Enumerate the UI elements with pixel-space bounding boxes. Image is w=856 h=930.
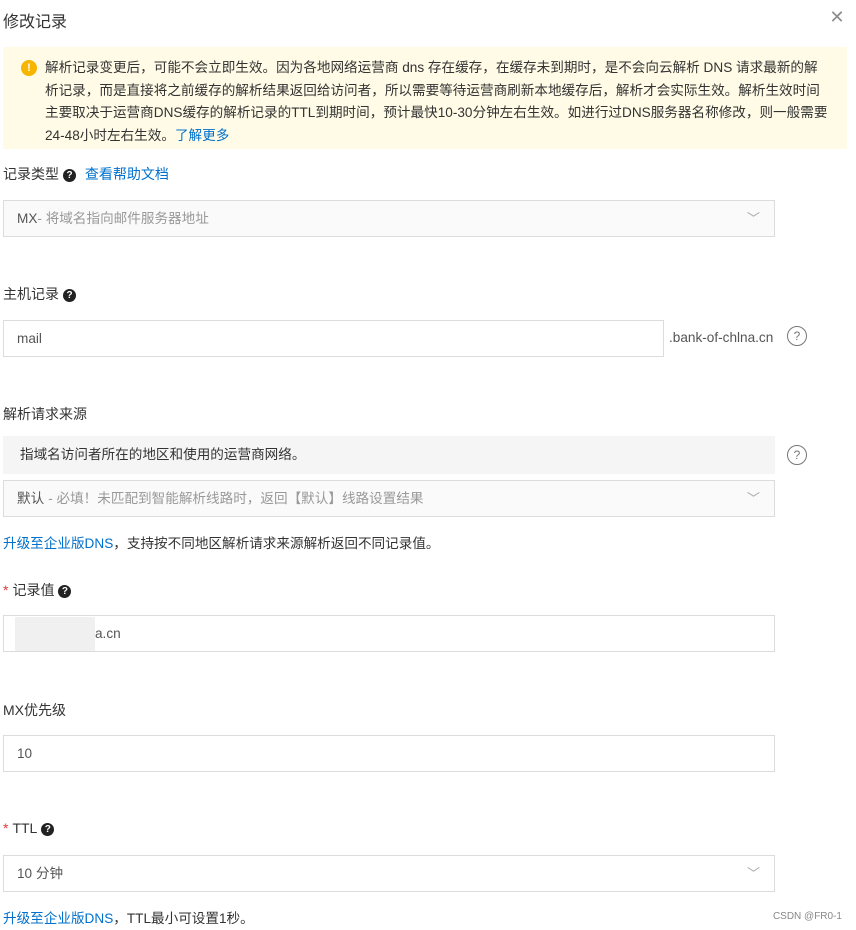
resolve-source-label: 解析请求来源 [3,406,87,422]
ttl-label: TTL [12,820,38,836]
record-type-desc: - 将域名指向邮件服务器地址 [37,211,209,226]
required-mark: * [3,582,9,598]
resolve-source-select[interactable]: 默认 - 必填！未匹配到智能解析线路时，返回【默认】线路设置结果 ﹀ [3,480,775,517]
resolve-source-desc: - 必填！未匹配到智能解析线路时，返回【默认】线路设置结果 [48,491,424,506]
upgrade-text: ，支持按不同地区解析请求来源解析返回不同记录值。 [113,536,440,551]
record-type-label: 记录类型 [3,166,59,182]
dialog-title: 修改记录 [3,14,68,31]
record-value-label: 记录值 [12,582,55,598]
host-record-label-row: 主机记录? [3,284,76,304]
ttl-value: 10 分钟 [17,866,64,881]
chevron-down-icon: ﹀ [746,211,760,226]
ttl-upgrade-text: ，TTL最小可设置1秒。 [113,911,254,926]
ttl-label-row: * TTL? [3,820,55,836]
chevron-down-icon: ﹀ [746,491,760,506]
help-icon[interactable]: ? [58,585,72,598]
ttl-select[interactable]: 10 分钟 ﹀ [3,855,775,892]
resolve-source-value: 默认 [17,491,45,506]
record-value-label-row: * 记录值? [3,580,72,600]
help-icon[interactable]: ? [41,823,55,836]
record-value-text: a.cn [95,626,121,641]
redaction-block [15,617,95,652]
question-circle-icon[interactable]: ? [787,326,807,346]
domain-suffix: .bank-of-chlna.cn [669,330,774,345]
close-icon[interactable]: ✕ [826,6,848,28]
upgrade-dns-link[interactable]: 升级至企业版DNS [3,536,113,551]
record-type-value: MX [17,211,38,226]
ttl-upgrade-row: 升级至企业版DNS，TTL最小可设置1秒。 [3,907,254,927]
help-icon[interactable]: ? [63,169,76,182]
resolve-upgrade-row: 升级至企业版DNS，支持按不同地区解析请求来源解析返回不同记录值。 [3,532,440,552]
host-record-value: mail [17,331,42,346]
record-value-input[interactable]: a.cn [3,615,775,652]
host-record-input[interactable]: mail [3,320,664,357]
chevron-down-icon: ﹀ [746,866,760,881]
help-doc-link[interactable]: 查看帮助文档 [85,166,169,182]
warning-icon: ! [21,60,37,76]
mx-priority-input[interactable]: 10 [3,735,775,772]
notice-banner: ! 解析记录变更后，可能不会立即生效。因为各地网络运营商 dns 存在缓存，在缓… [3,47,847,149]
required-mark: * [3,820,9,836]
upgrade-dns-link[interactable]: 升级至企业版DNS [3,911,113,926]
mx-priority-value: 10 [17,746,33,761]
watermark: CSDN @FR0-1 [772,911,842,922]
host-record-label: 主机记录 [3,286,59,302]
record-type-select[interactable]: MX- 将域名指向邮件服务器地址 ﹀ [3,200,775,237]
record-type-label-row: 记录类型? 查看帮助文档 [3,164,169,184]
mx-priority-label: MX优先级 [3,702,66,718]
question-circle-icon[interactable]: ? [787,445,807,465]
learn-more-link[interactable]: 了解更多 [175,128,229,143]
help-icon[interactable]: ? [63,289,76,302]
resolve-source-info: 指域名访问者所在的地区和使用的运营商网络。 [3,436,775,474]
notice-text: 解析记录变更后，可能不会立即生效。因为各地网络运营商 dns 存在缓存，在缓存未… [45,60,828,143]
